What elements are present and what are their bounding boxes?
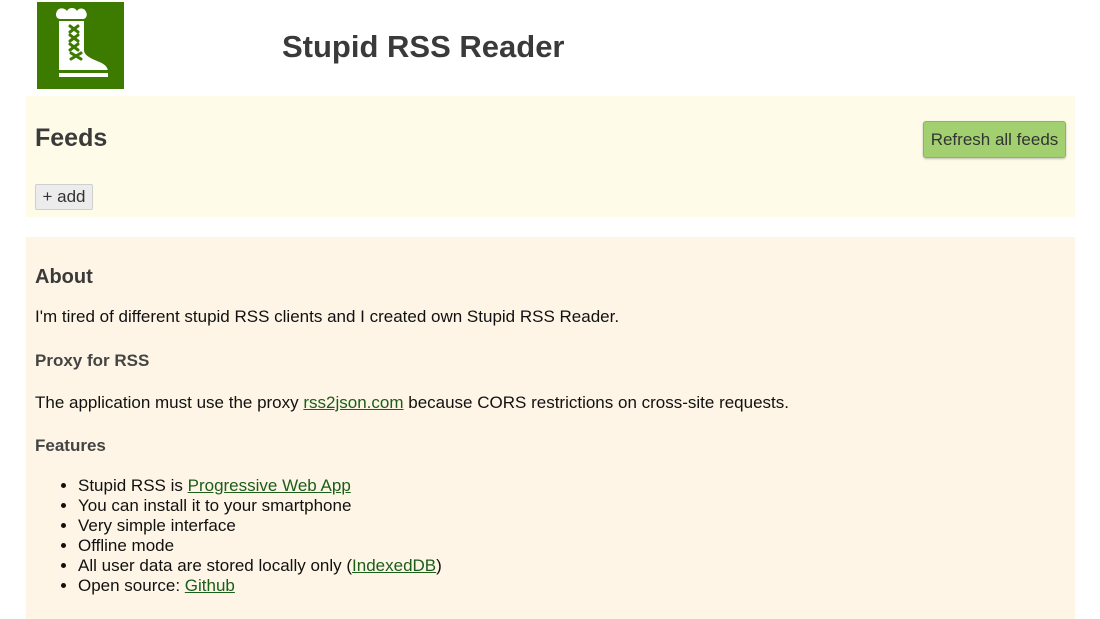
about-heading: About (35, 266, 93, 288)
boot-icon (56, 8, 108, 77)
list-item: You can install it to your smartphone (78, 496, 442, 516)
features-heading: Features (35, 436, 106, 455)
features-list: Stupid RSS is Progressive Web App You ca… (35, 476, 442, 596)
about-intro: I'm tired of different stupid RSS client… (35, 307, 620, 326)
feature-text: Stupid RSS is (78, 476, 188, 495)
list-item: Open source: Github (78, 576, 442, 596)
list-item: Offline mode (78, 536, 442, 556)
about-panel: About I'm tired of different stupid RSS … (26, 237, 1075, 619)
rss2json-link[interactable]: rss2json.com (303, 393, 403, 412)
feeds-heading: Feeds (35, 124, 108, 152)
app-logo (37, 2, 124, 89)
pwa-link[interactable]: Progressive Web App (188, 476, 351, 495)
github-link[interactable]: Github (185, 576, 235, 595)
list-item: Stupid RSS is Progressive Web App (78, 476, 442, 496)
feeds-panel: Feeds Refresh all feeds + add (26, 96, 1075, 217)
proxy-paragraph: The application must use the proxy rss2j… (35, 393, 789, 413)
proxy-text-after: because CORS restrictions on cross-site … (403, 393, 789, 412)
add-feed-button[interactable]: + add (35, 184, 93, 210)
proxy-text-before: The application must use the proxy (35, 393, 304, 412)
list-item: Very simple interface (78, 516, 442, 536)
list-item: All user data are stored locally only (I… (78, 556, 442, 576)
feature-text: Open source: (78, 576, 185, 595)
indexeddb-link[interactable]: IndexedDB (352, 556, 436, 575)
proxy-heading: Proxy for RSS (35, 351, 150, 370)
app-header: Stupid RSS Reader (0, 0, 1100, 96)
app-title: Stupid RSS Reader (282, 29, 565, 64)
feature-text: All user data are stored locally only ( (78, 556, 353, 575)
feature-text: ) (436, 556, 442, 575)
refresh-all-feeds-button[interactable]: Refresh all feeds (923, 121, 1066, 158)
